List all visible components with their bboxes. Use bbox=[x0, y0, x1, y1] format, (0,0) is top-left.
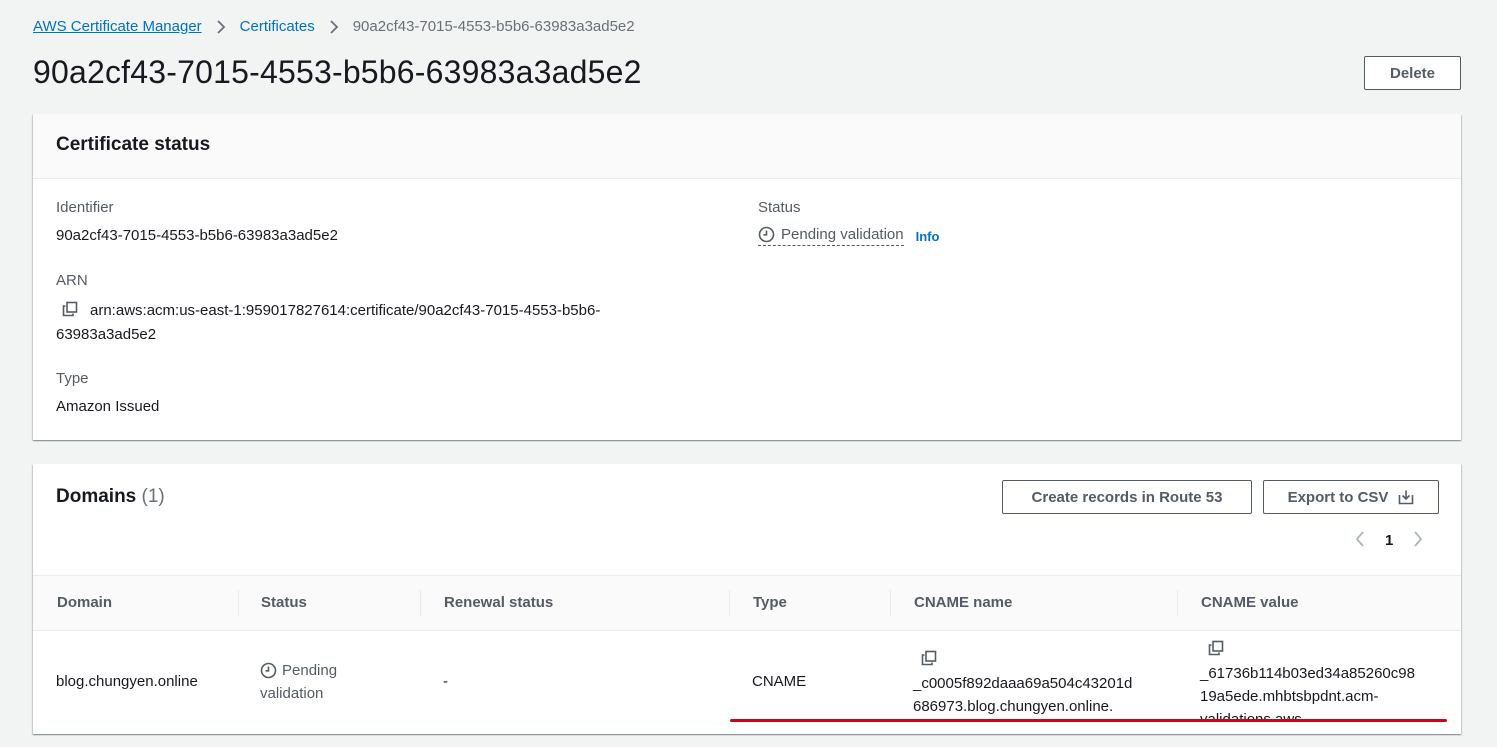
export-csv-button[interactable]: Export to CSV bbox=[1263, 480, 1439, 514]
breadcrumb: AWS Certificate Manager Certificates 90a… bbox=[33, 18, 635, 35]
copy-icon[interactable] bbox=[62, 301, 78, 317]
certificate-status-header: Certificate status bbox=[33, 114, 1461, 179]
info-link[interactable]: Info bbox=[916, 229, 940, 244]
cname-name-line1: _c0005f892daaa69a504c43201d bbox=[913, 675, 1133, 692]
previous-page-icon[interactable] bbox=[1355, 530, 1365, 551]
row-status-line1: Pending bbox=[282, 662, 338, 679]
column-header-domain[interactable]: Domain bbox=[57, 594, 112, 611]
row-type: CNAME bbox=[752, 673, 807, 690]
clock-icon bbox=[758, 226, 775, 243]
domains-title: Domains (1) bbox=[56, 486, 165, 508]
column-header-cname-name[interactable]: CNAME name bbox=[914, 594, 1012, 611]
column-divider bbox=[1177, 590, 1178, 616]
arn-value-container: arn:aws:acm:us-east-1:959017827614:certi… bbox=[56, 299, 676, 347]
column-divider bbox=[238, 590, 239, 616]
create-records-route53-button[interactable]: Create records in Route 53 bbox=[1002, 480, 1252, 514]
column-divider bbox=[890, 590, 891, 616]
chevron-right-icon bbox=[216, 19, 226, 35]
identifier-value: 90a2cf43-7015-4553-b5b6-63983a3ad5e2 bbox=[56, 227, 338, 244]
type-label: Type bbox=[56, 370, 89, 387]
page-number[interactable]: 1 bbox=[1385, 532, 1393, 549]
column-header-cname-value[interactable]: CNAME value bbox=[1201, 594, 1299, 611]
row-status: Pending validation bbox=[260, 659, 337, 705]
clock-icon bbox=[260, 662, 277, 679]
column-header-type[interactable]: Type bbox=[753, 594, 787, 611]
breadcrumb-certificates-link[interactable]: Certificates bbox=[240, 18, 315, 35]
breadcrumb-acm-link[interactable]: AWS Certificate Manager bbox=[33, 18, 202, 35]
status-label: Status bbox=[758, 199, 801, 216]
export-csv-label: Export to CSV bbox=[1287, 488, 1389, 506]
delete-button[interactable]: Delete bbox=[1364, 56, 1461, 90]
pagination: 1 bbox=[1355, 530, 1423, 551]
domains-title-text: Domains bbox=[56, 486, 137, 507]
next-page-icon[interactable] bbox=[1413, 530, 1423, 551]
domains-count: (1) bbox=[141, 486, 165, 507]
arn-label: ARN bbox=[56, 272, 88, 289]
status-pending-popover[interactable]: Pending validation bbox=[758, 226, 904, 246]
column-header-status[interactable]: Status bbox=[261, 594, 307, 611]
type-value: Amazon Issued bbox=[56, 398, 160, 415]
certificate-status-panel: Certificate status Identifier 90a2cf43-7… bbox=[33, 114, 1461, 440]
row-cname-name: _c0005f892daaa69a504c43201d 686973.blog.… bbox=[913, 650, 1132, 718]
row-status-line2: validation bbox=[260, 685, 324, 702]
column-divider bbox=[420, 590, 421, 616]
download-icon bbox=[1399, 490, 1414, 505]
identifier-label: Identifier bbox=[56, 199, 114, 216]
chevron-right-icon bbox=[329, 19, 339, 35]
red-underline-annotation bbox=[730, 719, 1447, 722]
domains-panel: Domains (1) Create records in Route 53 E… bbox=[33, 464, 1461, 734]
status-value-text: Pending validation bbox=[781, 226, 904, 243]
domains-table-header: Domain Status Renewal status Type CNAME … bbox=[33, 575, 1461, 631]
copy-icon[interactable] bbox=[1208, 640, 1224, 656]
breadcrumb-current: 90a2cf43-7015-4553-b5b6-63983a3ad5e2 bbox=[352, 18, 635, 35]
row-renewal-status: - bbox=[443, 673, 448, 690]
copy-icon[interactable] bbox=[921, 650, 937, 666]
arn-value: arn:aws:acm:us-east-1:959017827614:certi… bbox=[56, 302, 601, 343]
cname-name-line2: 686973.blog.chungyen.online. bbox=[913, 698, 1114, 715]
cname-value-line1: _61736b114b03ed34a85260c98 bbox=[1200, 665, 1415, 682]
row-cname-value: _61736b114b03ed34a85260c98 19a5ede.mhbts… bbox=[1200, 640, 1415, 722]
page-title: 90a2cf43-7015-4553-b5b6-63983a3ad5e2 bbox=[33, 54, 642, 90]
certificate-status-title: Certificate status bbox=[56, 134, 211, 155]
column-divider bbox=[729, 590, 730, 616]
row-domain: blog.chungyen.online bbox=[56, 673, 198, 690]
status-value: Pending validation Info bbox=[758, 226, 939, 246]
cname-value-line2: 19a5ede.mhbtsbpdnt.acm- bbox=[1200, 688, 1379, 705]
column-header-renewal-status[interactable]: Renewal status bbox=[444, 594, 553, 611]
